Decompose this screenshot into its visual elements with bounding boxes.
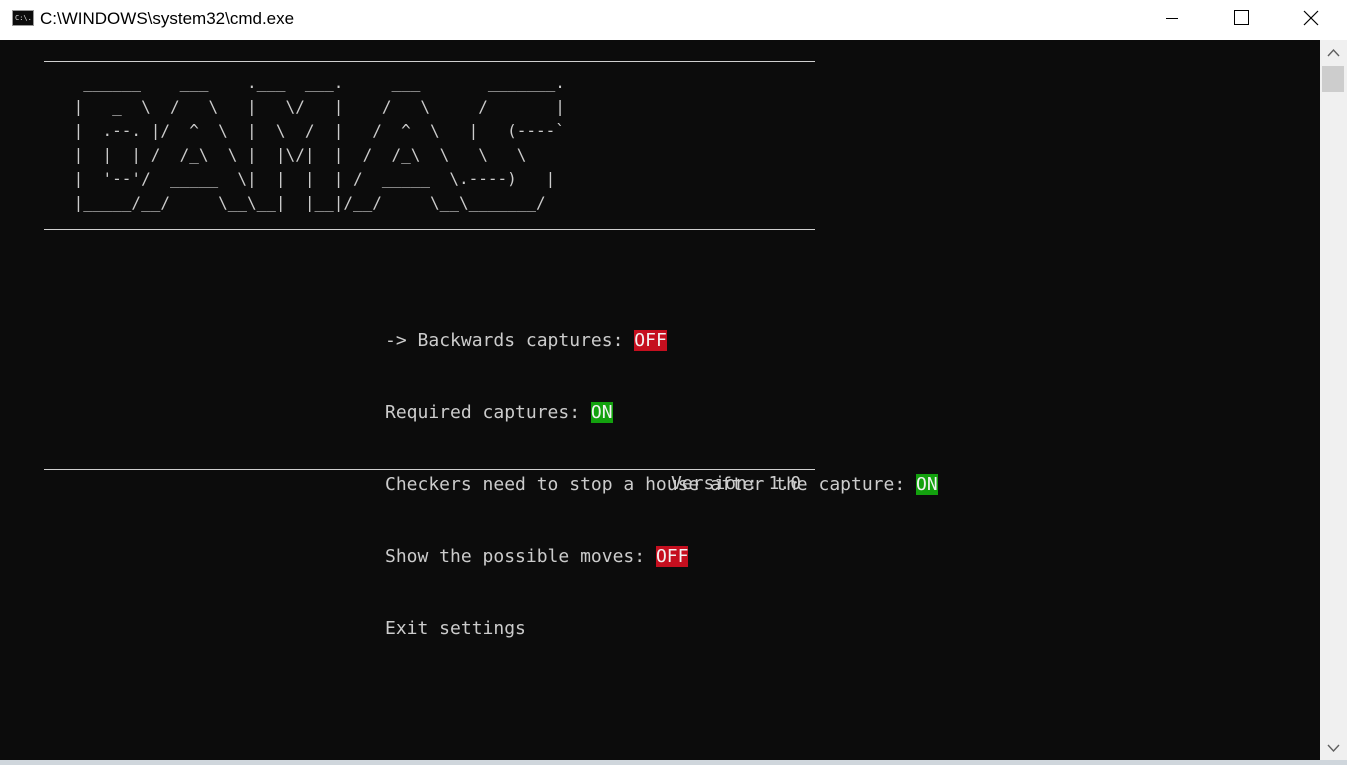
title-bar[interactable]: C:\. C:\WINDOWS\system32\cmd.exe	[0, 0, 1347, 40]
vertical-scrollbar[interactable]	[1320, 40, 1347, 760]
menu-item-checkers-stop-house[interactable]: Checkers need to stop a house after the …	[385, 473, 938, 497]
minimize-icon	[1166, 18, 1178, 19]
status-badge: OFF	[655, 546, 689, 567]
banner-bottom-divider	[44, 229, 815, 230]
minimize-button[interactable]	[1149, 0, 1195, 36]
chevron-up-icon	[1327, 48, 1340, 57]
scroll-up-button[interactable]	[1320, 40, 1347, 64]
menu-item-label: Show the possible moves:	[385, 546, 656, 567]
menu-item-label: Required captures:	[385, 402, 591, 423]
footer-divider	[44, 469, 815, 470]
menu-item-show-possible-moves[interactable]: Show the possible moves: OFF	[385, 545, 938, 569]
status-badge: ON	[916, 474, 938, 495]
version-label: Version: 1.0	[671, 473, 802, 494]
menu-item-backwards-captures[interactable]: -> Backwards captures: OFF	[385, 329, 938, 353]
scroll-down-button[interactable]	[1320, 736, 1347, 760]
close-icon	[1303, 10, 1319, 26]
menu-item-required-captures[interactable]: Required captures: ON	[385, 401, 938, 425]
cmd-window: C:\. C:\WINDOWS\system32\cmd.exe ______ …	[0, 0, 1347, 765]
console-area[interactable]: ______ ___ .___ ___. ___ _______. | _ \ …	[0, 40, 1320, 760]
cmd-icon[interactable]: C:\.	[12, 10, 34, 26]
menu-item-label: Exit settings	[385, 618, 526, 639]
menu-item-label: Backwards captures:	[417, 330, 635, 351]
maximize-button[interactable]	[1218, 0, 1264, 36]
damas-ascii-banner: ______ ___ .___ ___. ___ _______. | _ \ …	[73, 73, 565, 212]
close-button[interactable]	[1288, 0, 1334, 36]
banner-top-divider	[44, 61, 815, 62]
settings-menu: -> Backwards captures: OFF Required capt…	[385, 281, 938, 689]
status-badge: OFF	[634, 330, 667, 351]
window-bottom-border	[0, 760, 1347, 765]
window-title: C:\WINDOWS\system32\cmd.exe	[40, 9, 295, 28]
chevron-down-icon	[1327, 744, 1340, 753]
menu-cursor: ->	[385, 330, 418, 351]
maximize-icon	[1234, 10, 1249, 25]
scroll-thumb[interactable]	[1322, 66, 1344, 92]
menu-item-label: Checkers need to stop a house after the …	[385, 474, 917, 495]
status-badge: ON	[590, 402, 613, 423]
menu-item-exit-settings[interactable]: Exit settings	[385, 617, 938, 641]
